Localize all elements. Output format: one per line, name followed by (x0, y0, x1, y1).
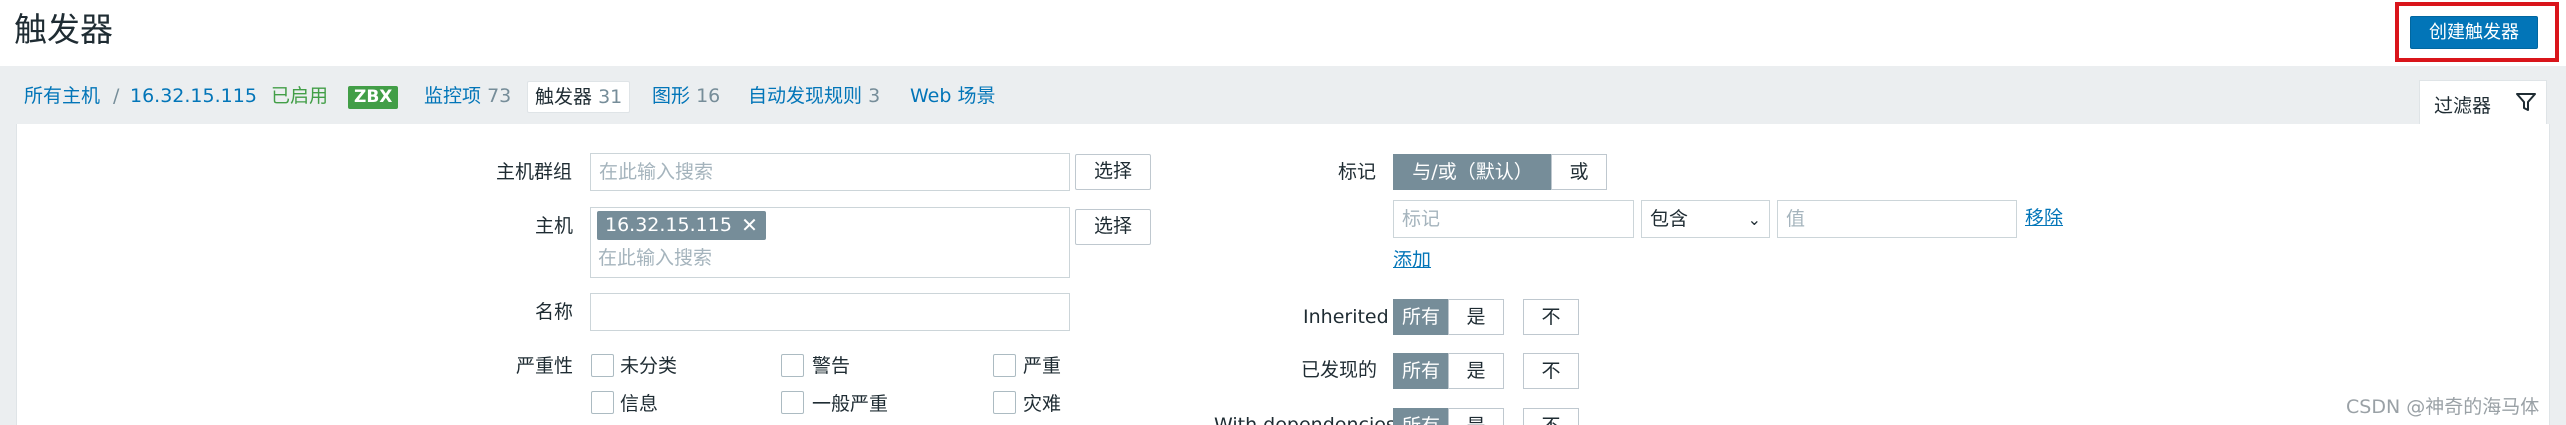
severity-label-disaster: 灾难 (1023, 393, 1062, 415)
discovered-all-toggle[interactable]: 所有 (1393, 353, 1449, 389)
page-background-right (2550, 124, 2566, 425)
severity-label-information: 信息 (620, 393, 659, 415)
tab-triggers[interactable]: 触发器 31 (527, 81, 631, 113)
host-groups-input[interactable]: 在此输入搜索 (590, 153, 1070, 191)
tab-discovery-rules[interactable]: 自动发现规则 3 (748, 81, 880, 111)
dependencies-yes-toggle[interactable]: 是 (1448, 408, 1504, 425)
page-title: 触发器 (14, 10, 113, 49)
tag-value-input[interactable]: 值 (1777, 200, 2017, 238)
dependencies-label: With dependencies (1214, 414, 1396, 425)
severity-checkbox-information[interactable] (591, 391, 614, 414)
hosts-select-button[interactable]: 选择 (1075, 209, 1151, 245)
tab-graphs-count: 16 (696, 85, 721, 107)
host-chip-label: 16.32.15.115 (605, 214, 732, 236)
tag-name-placeholder: 标记 (1402, 208, 1441, 230)
severity-label-average: 一般严重 (812, 393, 889, 415)
tab-graphs[interactable]: 图形 16 (652, 81, 720, 111)
breadcrumb-host[interactable]: 16.32.15.115 (130, 81, 257, 111)
breadcrumb-separator: / (113, 85, 120, 107)
tags-and-or-toggle[interactable]: 与/或（默认） (1393, 154, 1552, 190)
chevron-down-icon: ⌄ (1747, 210, 1761, 229)
filter-tab-label: 过滤器 (2434, 95, 2492, 117)
tab-graphs-label: 图形 (652, 85, 691, 107)
dependencies-all-toggle[interactable]: 所有 (1393, 408, 1449, 425)
tag-value-placeholder: 值 (1786, 208, 1806, 230)
inherited-label: Inherited (1303, 306, 1389, 328)
zbx-availability-badge: ZBX (348, 86, 399, 109)
tab-discovery-count: 3 (868, 85, 881, 107)
inherited-yes-toggle[interactable]: 是 (1448, 299, 1504, 335)
page-background-left (0, 124, 16, 425)
severity-checkbox-high[interactable] (993, 354, 1016, 377)
discovered-label: 已发现的 (1301, 359, 1378, 381)
severity-checkbox-average[interactable] (781, 391, 804, 414)
severity-label: 严重性 (516, 355, 574, 377)
severity-checkbox-disaster[interactable] (993, 391, 1016, 414)
dependencies-no-toggle[interactable]: 不 (1523, 408, 1579, 425)
host-groups-label: 主机群组 (496, 161, 573, 183)
name-input[interactable] (590, 293, 1070, 331)
hosts-label: 主机 (535, 215, 574, 237)
tag-operator-value: 包含 (1650, 208, 1689, 230)
tab-discovery-label: 自动发现规则 (748, 85, 863, 107)
severity-label-warning: 警告 (812, 355, 851, 377)
create-trigger-button[interactable]: 创建触发器 (2410, 16, 2538, 49)
host-navigation-bar: 所有主机 / 16.32.15.115 已启用 ZBX 监控项 73 触发器 3… (0, 66, 2566, 124)
inherited-no-toggle[interactable]: 不 (1523, 299, 1579, 335)
host-status-enabled[interactable]: 已启用 (271, 81, 328, 111)
chip-remove-icon[interactable]: ✕ (741, 211, 758, 240)
severity-label-high: 严重 (1023, 355, 1062, 377)
discovered-yes-toggle[interactable]: 是 (1448, 353, 1504, 389)
filter-tab[interactable]: 过滤器 (2419, 80, 2547, 124)
host-groups-select-button[interactable]: 选择 (1075, 154, 1151, 190)
funnel-icon (2516, 93, 2536, 111)
severity-label-not-classified: 未分类 (620, 355, 678, 377)
tab-triggers-label: 触发器 (535, 86, 593, 108)
tag-operator-select[interactable]: 包含 ⌄ (1641, 200, 1770, 238)
host-groups-placeholder: 在此输入搜索 (599, 161, 714, 183)
severity-checkbox-not-classified[interactable] (591, 354, 614, 377)
tags-label: 标记 (1338, 161, 1377, 183)
severity-checkbox-warning[interactable] (781, 354, 804, 377)
page-header: 触发器 创建触发器 (0, 0, 2566, 66)
hosts-placeholder: 在此输入搜索 (598, 247, 713, 269)
inherited-all-toggle[interactable]: 所有 (1393, 299, 1449, 335)
breadcrumb-all-hosts[interactable]: 所有主机 (24, 81, 100, 111)
tag-remove-link[interactable]: 移除 (2025, 205, 2063, 231)
tag-add-link[interactable]: 添加 (1393, 247, 1431, 273)
tab-triggers-count: 31 (598, 86, 623, 108)
tab-web-scenarios[interactable]: Web 场景 (910, 81, 995, 111)
tab-items-count: 73 (487, 85, 512, 107)
discovered-no-toggle[interactable]: 不 (1523, 353, 1579, 389)
filter-panel (16, 124, 2550, 425)
tab-items-label: 监控项 (424, 85, 482, 107)
name-label: 名称 (535, 301, 574, 323)
create-button-highlight: 创建触发器 (2395, 2, 2559, 62)
host-chip: 16.32.15.115 ✕ (597, 211, 766, 240)
watermark-text: CSDN @神奇的海马体 (2346, 396, 2540, 418)
tags-or-toggle[interactable]: 或 (1551, 154, 1607, 190)
tab-items[interactable]: 监控项 73 (424, 81, 511, 111)
tag-name-input[interactable]: 标记 (1393, 200, 1634, 238)
